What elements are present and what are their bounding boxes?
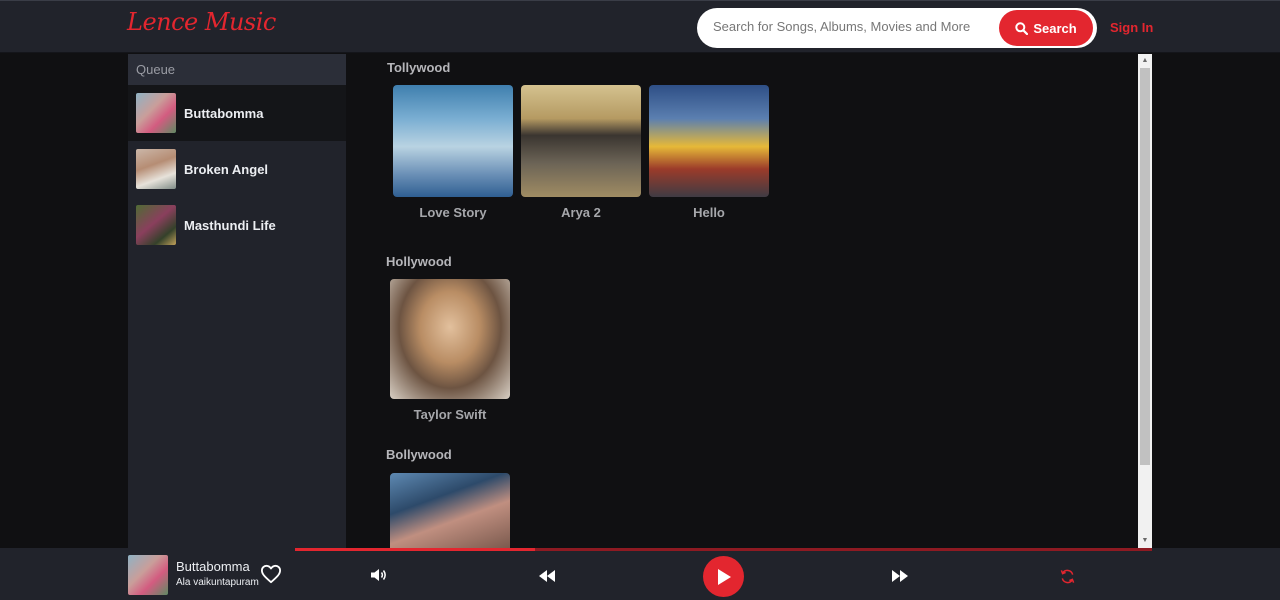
album-cover (649, 85, 769, 197)
queue-title: Queue (128, 54, 346, 85)
queue-thumbnail (136, 205, 176, 245)
header: Lence Music Search Sign In (0, 0, 1280, 53)
sign-in-link[interactable]: Sign In (1110, 20, 1153, 35)
album-cover (521, 85, 641, 197)
next-icon[interactable] (891, 569, 909, 583)
queue-sidebar: Queue Buttabomma Broken Angel Masthundi … (128, 54, 346, 548)
album-name: Taylor Swift (413, 407, 487, 422)
scroll-thumb[interactable] (1140, 68, 1150, 465)
album-cover (393, 85, 513, 197)
album-card[interactable]: Love Story (393, 85, 513, 220)
search-box: Search (697, 8, 1097, 48)
repeat-icon[interactable] (1060, 569, 1075, 584)
section-title-hollywood: Hollywood (386, 254, 452, 269)
queue-item-buttabomma[interactable]: Buttabomma (128, 85, 346, 141)
progress-bar[interactable] (295, 548, 1152, 551)
album-name: Arya 2 (561, 205, 601, 220)
queue-item-label: Broken Angel (184, 161, 269, 177)
album-card[interactable]: Hello (649, 85, 769, 220)
album-name: Love Story (419, 205, 487, 220)
album-cover (390, 279, 510, 399)
previous-icon[interactable] (538, 569, 556, 583)
section-title-bollywood: Bollywood (386, 447, 452, 462)
volume-icon[interactable] (370, 568, 388, 582)
album-name: Hello (693, 205, 725, 220)
search-button-label: Search (1033, 20, 1077, 36)
album-card[interactable] (390, 473, 510, 548)
now-playing-title: Buttabomma (176, 559, 250, 574)
search-icon (1015, 21, 1029, 35)
queue-item-label: Buttabomma (184, 105, 264, 121)
player-bar: Buttabomma Ala vaikuntapuram (0, 548, 1280, 600)
section-title-tollywood: Tollywood (387, 60, 451, 75)
queue-thumbnail (136, 93, 176, 133)
album-card[interactable]: Arya 2 (521, 85, 641, 220)
album-card[interactable]: Taylor Swift (390, 279, 510, 422)
search-button[interactable]: Search (999, 10, 1093, 46)
now-playing-subtitle: Ala vaikuntapuram (176, 577, 259, 588)
play-icon (717, 568, 731, 585)
queue-item-broken-angel[interactable]: Broken Angel (128, 141, 346, 197)
queue-thumbnail (136, 149, 176, 189)
queue-item-masthundi-life[interactable]: Masthundi Life (128, 197, 346, 253)
queue-item-label: Masthundi Life (184, 217, 276, 233)
scroll-down-arrow[interactable]: ▼ (1138, 534, 1152, 548)
progress-fill (295, 548, 535, 551)
logo[interactable]: Lence Music (127, 8, 276, 36)
main-scrollbar[interactable]: ▲ ▼ (1138, 54, 1152, 548)
scroll-up-arrow[interactable]: ▲ (1138, 54, 1152, 68)
album-cover (390, 473, 510, 548)
heart-icon[interactable] (260, 564, 282, 584)
play-button[interactable] (703, 556, 744, 597)
main-content: Tollywood Love Story Arya 2 Hello Hollyw… (346, 54, 1138, 548)
now-playing-thumbnail (128, 555, 168, 595)
search-input[interactable] (713, 19, 993, 34)
